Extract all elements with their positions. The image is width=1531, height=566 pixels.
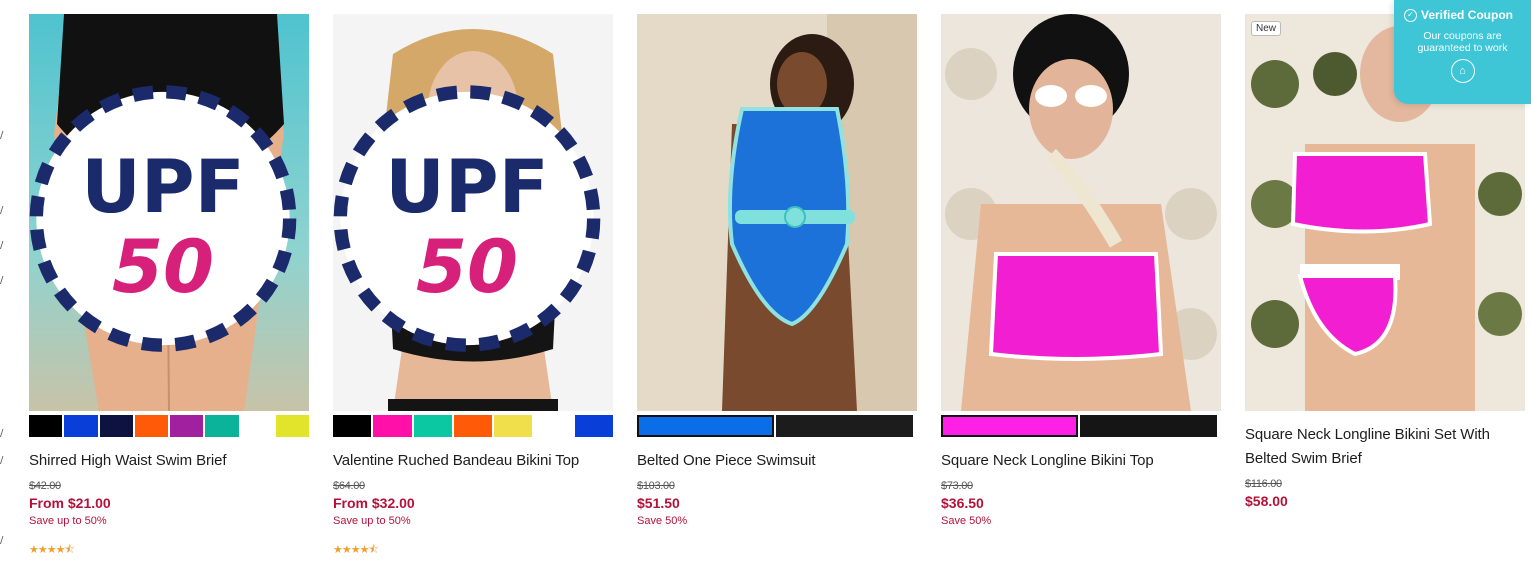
upf-badge-icon: UPF 50 xyxy=(29,85,297,352)
coupon-subtitle: Our coupons are guaranteed to work xyxy=(1417,30,1508,54)
verified-coupon-widget[interactable]: ✓ Verified Coupon Our coupons are guaran… xyxy=(1394,0,1531,104)
color-swatch[interactable] xyxy=(240,415,274,437)
color-swatch[interactable] xyxy=(99,415,133,437)
color-swatch[interactable] xyxy=(29,415,63,437)
color-swatches xyxy=(29,415,309,439)
color-swatch[interactable] xyxy=(333,415,372,437)
original-price: $103.00 xyxy=(637,480,675,492)
color-swatch[interactable] xyxy=(637,415,774,437)
product-card[interactable]: UPF 50 Shirred High Waist Swim Brief $42… xyxy=(29,14,309,560)
product-image[interactable] xyxy=(637,14,917,411)
color-swatch[interactable] xyxy=(494,415,533,437)
color-swatches xyxy=(941,415,1221,439)
savings-text: Save 50% xyxy=(941,515,992,527)
sale-price: $51.50 xyxy=(637,495,680,511)
color-swatches xyxy=(333,415,613,439)
svg-text:UPF: UPF xyxy=(385,145,548,230)
product-name[interactable]: Belted One Piece Swimsuit xyxy=(637,449,917,473)
product-name[interactable]: Square Neck Longline Bikini Top xyxy=(941,449,1221,473)
product-name[interactable]: Shirred High Waist Swim Brief xyxy=(29,449,309,473)
color-swatch[interactable] xyxy=(776,415,913,437)
sale-price: From $21.00 xyxy=(29,495,111,511)
color-swatch[interactable] xyxy=(453,415,493,437)
product-card[interactable]: UPF 50 Valentine Ruched Bandeau Bikini T… xyxy=(333,14,613,560)
left-edge-marks: / / / / / / / xyxy=(0,130,4,546)
color-swatch[interactable] xyxy=(574,415,613,437)
original-price: $73.00 xyxy=(941,480,973,492)
check-circle-icon: ✓ xyxy=(1404,8,1417,22)
product-grid: UPF 50 Shirred High Waist Swim Brief $42… xyxy=(29,14,1525,560)
coupon-header: ✓ Verified Coupon xyxy=(1404,8,1521,22)
color-swatch[interactable] xyxy=(1080,415,1217,437)
color-swatch[interactable] xyxy=(170,415,204,437)
original-price: $116.00 xyxy=(1245,478,1282,490)
original-price: $42.00 xyxy=(29,480,61,492)
new-badge: New xyxy=(1251,21,1282,36)
product-card[interactable]: Belted One Piece Swimsuit $103.00 $51.50… xyxy=(637,14,917,560)
product-name[interactable]: Valentine Ruched Bandeau Bikini Top xyxy=(333,449,613,473)
color-swatch[interactable] xyxy=(275,415,309,437)
sale-price: From $32.00 xyxy=(333,495,415,511)
product-card[interactable]: Square Neck Longline Bikini Top $73.00 $… xyxy=(941,14,1221,560)
original-price: $64.00 xyxy=(333,480,365,492)
color-swatch[interactable] xyxy=(205,415,239,437)
star-rating: ★★★★⯪ xyxy=(333,544,379,556)
coupon-title: Verified Coupon xyxy=(1421,8,1514,22)
sale-price: $58.00 xyxy=(1245,493,1288,509)
product-image[interactable]: UPF 50 xyxy=(333,14,613,411)
product-name[interactable]: Square Neck Longline Bikini Set With Bel… xyxy=(1245,423,1525,471)
color-swatch[interactable] xyxy=(413,415,452,437)
savings-text: Save 50% xyxy=(637,515,688,527)
sale-price: $36.50 xyxy=(941,495,984,511)
color-swatches xyxy=(637,415,917,439)
svg-text:50: 50 xyxy=(112,225,214,310)
star-rating: ★★★★⯪ xyxy=(29,544,75,556)
color-swatch[interactable] xyxy=(941,415,1078,437)
product-image[interactable] xyxy=(941,14,1221,411)
savings-text: Save up to 50% xyxy=(29,515,107,527)
svg-text:UPF: UPF xyxy=(81,145,244,230)
svg-text:50: 50 xyxy=(416,225,518,310)
color-swatch[interactable] xyxy=(534,415,573,437)
color-swatch[interactable] xyxy=(64,415,98,437)
coupon-logo-icon[interactable]: ⌂ xyxy=(1450,59,1475,83)
product-image[interactable]: UPF 50 xyxy=(29,14,309,411)
upf-badge-icon: UPF 50 xyxy=(333,85,601,352)
color-swatch[interactable] xyxy=(373,415,412,437)
savings-text: Save up to 50% xyxy=(333,515,411,527)
color-swatch[interactable] xyxy=(134,415,168,437)
